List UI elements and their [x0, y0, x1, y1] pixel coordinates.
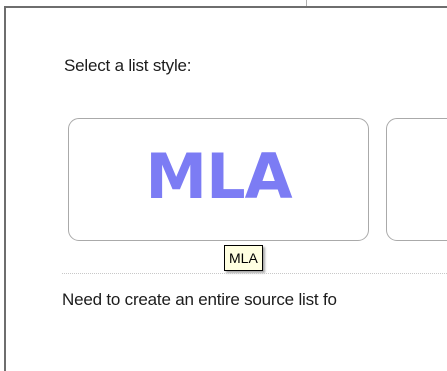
mla-style-button[interactable]: MLA — [68, 118, 369, 241]
select-style-prompt: Select a list style: — [64, 56, 192, 75]
top-tick-mark — [306, 0, 307, 6]
panel-top-border — [4, 6, 447, 8]
source-list-prompt: Need to create an entire source list fo — [62, 290, 337, 309]
section-divider — [62, 273, 447, 274]
next-style-button[interactable] — [386, 118, 447, 241]
mla-style-label: MLA — [145, 140, 292, 213]
panel-left-border — [4, 6, 6, 371]
list-style-panel: Select a list style: MLA MLA Need to cre… — [0, 0, 447, 371]
mla-tooltip: MLA — [224, 245, 263, 271]
